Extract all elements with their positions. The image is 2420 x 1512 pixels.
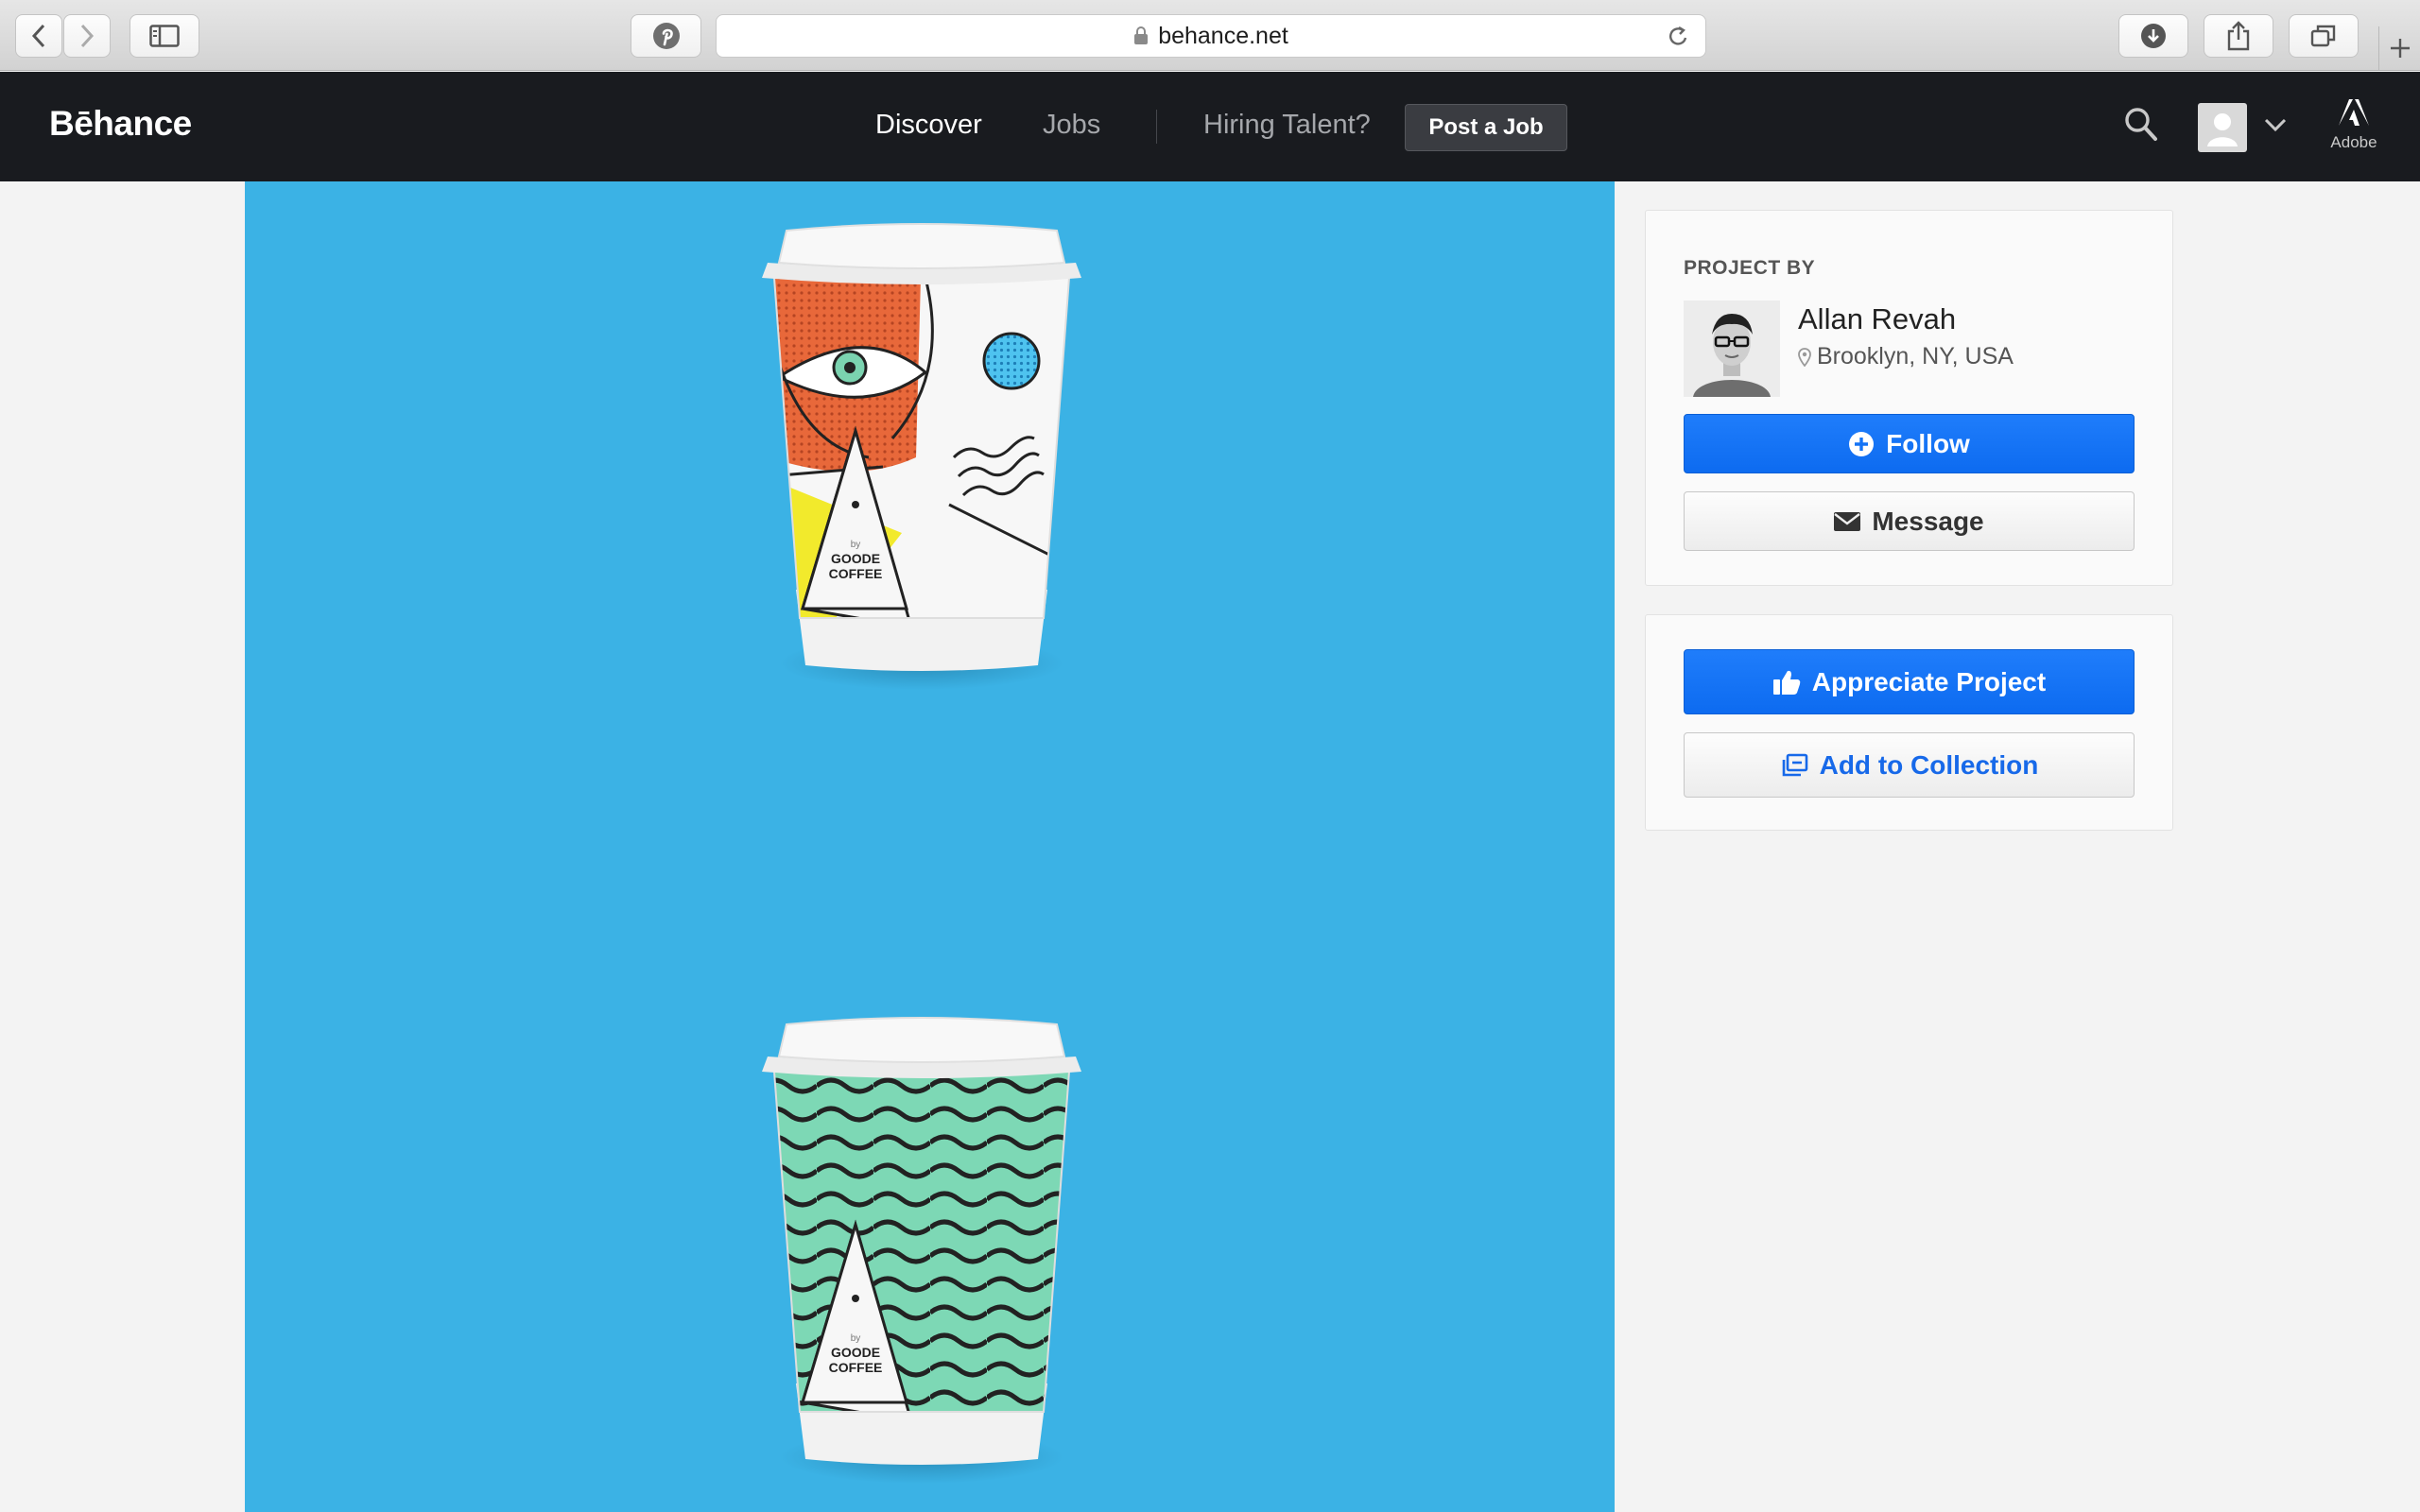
appreciate-label: Appreciate Project: [1811, 666, 2047, 696]
sidebar-toggle-button[interactable]: [130, 14, 199, 58]
message-button[interactable]: Message: [1684, 491, 2135, 551]
add-to-collection-button[interactable]: Add to Collection: [1684, 732, 2135, 798]
chevron-right-icon: [80, 24, 95, 48]
user-silhouette-icon: [2207, 113, 2238, 146]
sidebar-icon: [149, 25, 180, 47]
url-text: behance.net: [1158, 22, 1288, 49]
coffee-cup-illustration-1: by GOODE COFFEE: [762, 223, 1081, 690]
cup-brand-line1: GOODE: [831, 551, 880, 566]
forward-button[interactable]: [63, 14, 111, 58]
lock-icon: [1134, 26, 1149, 44]
cup-brand-line2: COFFEE: [829, 566, 883, 581]
adobe-label: Adobe: [2330, 133, 2377, 151]
owner-avatar[interactable]: [1684, 301, 1780, 397]
nav-divider: [1156, 110, 1157, 144]
appreciate-project-button[interactable]: Appreciate Project: [1684, 649, 2135, 714]
chevron-down-icon[interactable]: [2264, 117, 2287, 132]
project-image: by GOODE COFFEE by GOODE COFFEE: [245, 181, 1615, 1512]
cup-brand-line1: GOODE: [831, 1345, 880, 1360]
cup-brand-line2: COFFEE: [829, 1360, 883, 1375]
downloads-button[interactable]: [2118, 14, 2188, 58]
tabs-overview-button[interactable]: [2289, 14, 2359, 58]
coffee-cup-illustration-2: by GOODE COFFEE: [762, 1017, 1081, 1484]
nav-link-discover[interactable]: Discover: [875, 110, 982, 141]
owner-location: Brooklyn, NY, USA: [1798, 343, 2014, 370]
share-button[interactable]: [2204, 14, 2273, 58]
owner-location-text: Brooklyn, NY, USA: [1817, 343, 2014, 369]
behance-logo[interactable]: Bēhance: [49, 104, 192, 144]
collection-icon: [1782, 753, 1807, 776]
new-tab-button[interactable]: [2378, 26, 2420, 70]
pinterest-icon: [652, 23, 680, 49]
project-owner-card: PROJECT BY Allan Revah Brooklyn, NY, USA…: [1645, 210, 2173, 586]
browser-toolbar: behance.net: [0, 0, 2420, 71]
cup-brand-by: by: [851, 540, 861, 550]
pinterest-button[interactable]: [631, 14, 701, 58]
download-icon: [2141, 24, 2166, 48]
post-job-button[interactable]: Post a Job: [1405, 104, 1567, 151]
location-pin-icon: [1798, 347, 1811, 367]
reload-icon[interactable]: [1666, 24, 1690, 50]
envelope-icon: [1834, 511, 1861, 531]
nav-link-hiring-talent[interactable]: Hiring Talent?: [1203, 110, 1371, 141]
owner-portrait-image: [1684, 301, 1780, 397]
address-bar[interactable]: behance.net: [716, 14, 1706, 58]
tabs-icon: [2310, 25, 2336, 47]
message-label: Message: [1872, 506, 1984, 536]
site-header: Bēhance Discover Jobs Hiring Talent? Pos…: [0, 72, 2420, 181]
project-actions-card: Appreciate Project Add to Collection: [1645, 614, 2173, 831]
thumbs-up-icon: [1772, 670, 1801, 695]
follow-button[interactable]: Follow: [1684, 414, 2135, 473]
nav-link-jobs[interactable]: Jobs: [1043, 110, 1100, 141]
search-icon[interactable]: [2123, 106, 2159, 144]
adobe-menu[interactable]: Adobe: [2327, 98, 2380, 152]
owner-name[interactable]: Allan Revah: [1798, 302, 1956, 336]
share-icon: [2227, 21, 2250, 51]
chevron-left-icon: [31, 24, 45, 48]
back-button[interactable]: [15, 14, 62, 58]
user-avatar[interactable]: [2198, 103, 2247, 152]
project-by-heading: PROJECT BY: [1684, 257, 1816, 279]
adobe-logo-icon: [2339, 99, 2369, 126]
cup-brand-by: by: [851, 1333, 861, 1344]
collection-label: Add to Collection: [1819, 749, 2039, 780]
plus-circle-icon: [1849, 431, 1875, 456]
plus-icon: [2390, 39, 2410, 58]
follow-label: Follow: [1886, 428, 1970, 458]
